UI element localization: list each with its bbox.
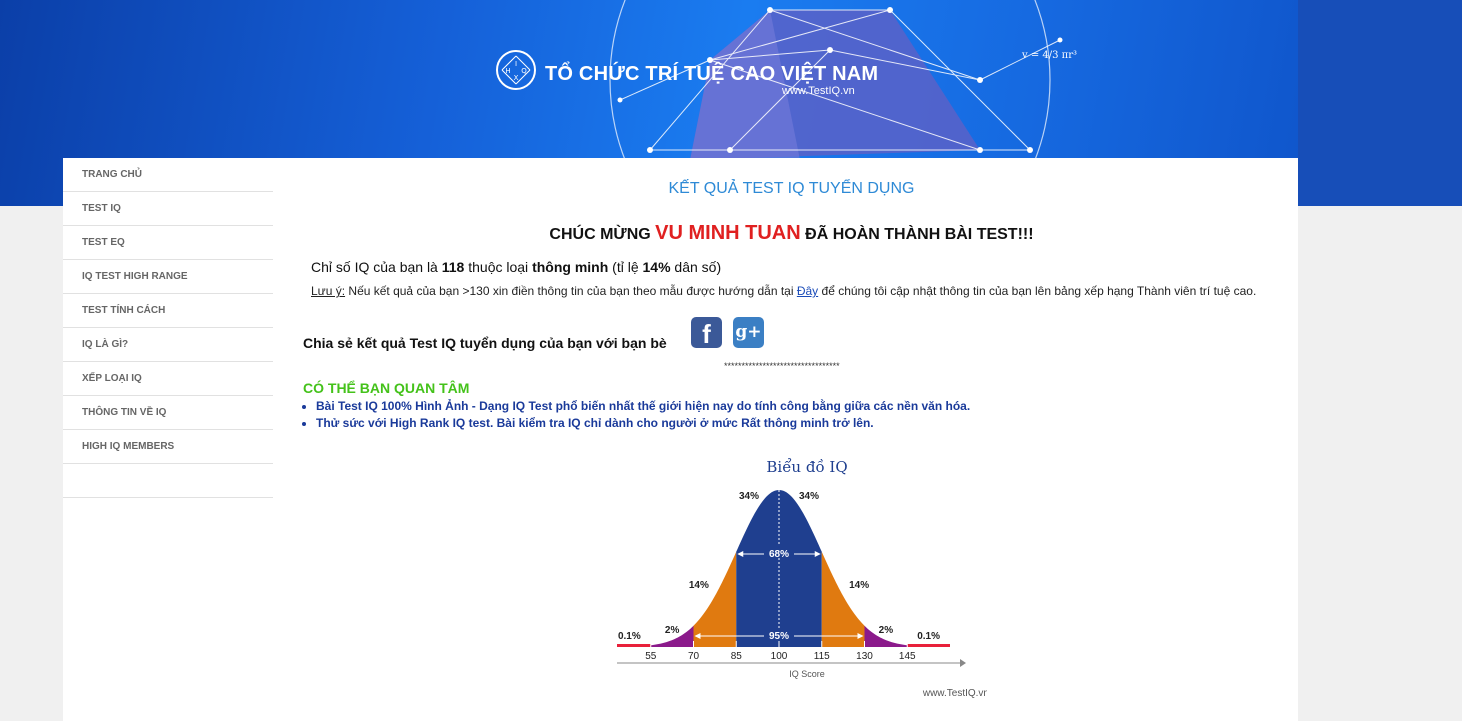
google-plus-icon: g+ (735, 322, 762, 342)
sidebar-item-iq-info[interactable]: THÔNG TIN VỀ IQ (63, 396, 273, 430)
note-text: Nếu kết quả của bạn >130 xin điền thông … (345, 284, 797, 298)
x-tick-label: 100 (771, 651, 788, 662)
chart-segment (779, 490, 822, 647)
score-text: (tỉ lệ (608, 259, 643, 275)
page-title: KẾT QUẢ TEST IQ TUYỂN DỤNG (668, 180, 915, 197)
sidebar-item-what-is-iq[interactable]: IQ LÀ GÌ? (63, 328, 273, 362)
congrats-heading: CHÚC MỪNG VU MINH TUAN ĐÃ HOÀN THÀNH BÀI… (285, 222, 1298, 245)
logo-letter: I (515, 60, 517, 68)
related-link[interactable]: Bài Test IQ 100% Hình Ảnh - Dạng IQ Test… (316, 399, 970, 413)
chart-segment (736, 490, 779, 647)
x-tick-label: 85 (731, 651, 743, 662)
chart-segment (907, 644, 950, 647)
separator: ********************************* (724, 361, 840, 371)
sidebar-item-test-iq[interactable]: TEST IQ (63, 192, 273, 226)
x-tick-label: 145 (899, 651, 916, 662)
site-logo[interactable]: I H Q X (496, 50, 536, 90)
logo-letter: H (505, 67, 510, 75)
score-text: Chỉ số IQ của bạn là (311, 259, 442, 275)
score-text: dân số) (670, 259, 722, 275)
segment-label: 0.1% (618, 631, 641, 642)
span-label: 68% (769, 549, 789, 560)
note-label: Lưu ý: (311, 284, 346, 298)
sidebar-item-iq-high-range[interactable]: IQ TEST HIGH RANGE (63, 260, 273, 294)
share-text: Chia sẻ kết quả Test IQ tuyển dụng của b… (303, 335, 667, 351)
volume-formula: v = 4/3 πr³ (1022, 50, 1078, 61)
score-line: Chỉ số IQ của bạn là 118 thuộc loại thôn… (311, 259, 721, 275)
segment-label: 14% (849, 580, 869, 591)
chart-segment (821, 551, 865, 647)
congrats-prefix: CHÚC MỪNG (549, 226, 651, 243)
sidebar-item-test-eq[interactable]: TEST EQ (63, 226, 273, 260)
related-links: Bài Test IQ 100% Hình Ảnh - Dạng IQ Test… (303, 399, 970, 433)
population-percent: 14% (642, 259, 671, 275)
score-text: thuộc loại (464, 259, 533, 275)
span-label: 95% (769, 631, 789, 642)
x-axis-label: IQ Score (789, 669, 825, 679)
candidate-name: VU MINH TUAN (655, 222, 801, 244)
chart-segment (617, 644, 651, 647)
chart-segment (693, 551, 737, 647)
sidebar-item-high-iq-members[interactable]: HIGH IQ MEMBERS (63, 430, 273, 464)
google-plus-share-button[interactable]: g+ (733, 317, 764, 348)
segment-label: 34% (799, 491, 819, 502)
segment-label: 2% (879, 625, 894, 636)
iq-bell-chart: Biểu đồ IQ 0.1% 2% 14% 34% 34% 14% 2% 0.1% 55 70 8… (617, 458, 987, 699)
x-tick-label: 55 (645, 651, 657, 662)
site-url: www.TestIQ.vn (782, 85, 855, 97)
facebook-icon: f (702, 319, 711, 349)
x-axis-arrow (960, 659, 966, 667)
sidebar-empty-row (63, 464, 273, 498)
segment-label: 34% (739, 491, 759, 502)
related-link[interactable]: Thử sức với High Rank IQ test. Bài kiểm … (316, 416, 970, 430)
x-tick-label: 130 (856, 651, 873, 662)
iq-score-value: 118 (441, 259, 465, 275)
related-heading: CÓ THỂ BẠN QUAN TÂM (303, 380, 470, 396)
facebook-share-button[interactable]: f (691, 317, 722, 349)
content-panel: TRANG CHỦ TEST IQ TEST EQ IQ TEST HIGH R… (63, 158, 1298, 721)
x-tick-label: 115 (814, 651, 830, 662)
sidebar-item-home[interactable]: TRANG CHỦ (63, 158, 273, 192)
congrats-suffix: ĐÃ HOÀN THÀNH BÀI TEST!!! (805, 226, 1034, 243)
site-title[interactable]: TỔ CHỨC TRÍ TUỆ CAO VIỆT NAM (545, 63, 878, 86)
chart-watermark: www.TestIQ.vn (922, 688, 987, 699)
segment-label: 0.1% (917, 631, 940, 642)
logo-letter: Q (521, 67, 527, 75)
note-line: Lưu ý: Nếu kết quả của bạn >130 xin điền… (311, 284, 1256, 298)
x-tick-label: 70 (688, 651, 700, 662)
logo-letter: X (514, 74, 519, 82)
note-text: để chúng tôi cập nhật thông tin của bạn … (818, 284, 1257, 298)
sidebar-item-personality-test[interactable]: TEST TÍNH CÁCH (63, 294, 273, 328)
segment-label: 14% (689, 580, 709, 591)
chart-title: Biểu đồ IQ (766, 458, 847, 476)
banner-right-panel (1298, 0, 1462, 206)
register-link[interactable]: Đây (797, 284, 818, 298)
iq-class: thông minh (532, 259, 609, 275)
sidebar-item-iq-ranking[interactable]: XẾP LOẠI IQ (63, 362, 273, 396)
sidebar-nav: TRANG CHỦ TEST IQ TEST EQ IQ TEST HIGH R… (63, 158, 273, 498)
segment-label: 2% (665, 625, 680, 636)
logo-emblem-icon: I H Q X (501, 55, 531, 85)
